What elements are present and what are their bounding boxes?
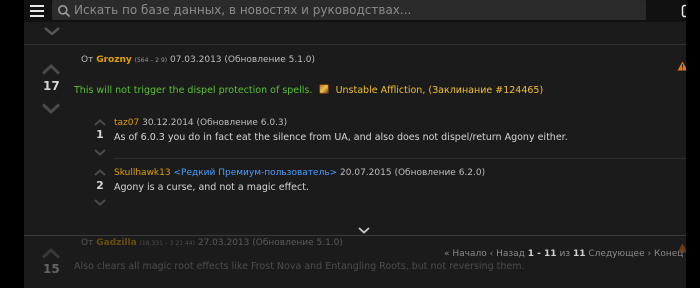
chevron-down-icon[interactable] (94, 149, 106, 156)
menu-icon[interactable] (28, 2, 46, 20)
comment-text: This will not trigger the dispel protect… (74, 85, 313, 96)
reply-meta: taz07 30.12.2014 (Обновление 6.0.3) (114, 118, 287, 128)
reply-meta: Skullhawk13 <Редкий Премиум-пользователь… (114, 168, 485, 178)
search-icon (57, 3, 71, 18)
right-bezel (686, 0, 700, 288)
reply-author[interactable]: taz07 (114, 118, 139, 128)
chevron-up-icon[interactable] (94, 169, 106, 176)
spell-link[interactable]: Unstable Affliction, (Заклинание #124465… (336, 85, 544, 96)
comment-score: 15 (43, 262, 60, 276)
comment-author[interactable]: Grozny (96, 55, 132, 65)
comment-date: 27.03.2013 (Обновление 5.1.0) (197, 238, 343, 248)
comment-author[interactable]: Gadzilla (96, 238, 136, 248)
divider (114, 158, 686, 159)
chevron-down-icon[interactable] (94, 199, 106, 206)
comments-panel: 17 От Grozny (564 – 2 9) 07.03.2013 (Обн… (24, 22, 686, 288)
divider (24, 235, 686, 236)
chevron-down-icon[interactable] (44, 27, 60, 35)
search-placeholder: Искать по базе данных, в новостях и руко… (74, 3, 412, 17)
by-label: От (81, 238, 94, 248)
left-bezel (0, 0, 24, 288)
spell-icon (319, 84, 330, 94)
pager-of: из (559, 249, 571, 259)
comment-score: 17 (43, 79, 60, 93)
pager-first[interactable]: « Начало (444, 249, 487, 259)
reply-score: 2 (96, 179, 104, 192)
chevron-down-icon[interactable] (358, 227, 370, 234)
reply-score: 1 (96, 128, 104, 141)
reply-date: 30.12.2014 (Обновление 6.0.3) (142, 118, 288, 128)
pager-prev[interactable]: ‹ Назад (490, 249, 525, 259)
chevron-up-icon[interactable] (41, 64, 61, 75)
reply-text: As of 6.0.3 you do in fact eat the silen… (114, 132, 568, 143)
pager-total: 11 (572, 249, 586, 259)
author-reputation: (18,331 – 3 21 44) (139, 240, 195, 247)
chevron-up-icon[interactable] (94, 119, 106, 126)
comment-text: Also clears all magic root effects like … (74, 261, 525, 272)
reply-date: 20.07.2015 (Обновление 6.2.0) (340, 168, 486, 178)
by-label: От (81, 55, 94, 65)
warning-icon[interactable] (677, 56, 686, 75)
top-bar: Искать по базе данных, в новостях и руко… (24, 0, 696, 22)
premium-badge[interactable]: <Редкий Премиум-пользователь> (173, 168, 337, 178)
comment-meta: От Grozny (564 – 2 9) 07.03.2013 (Обновл… (81, 55, 315, 65)
comment-body: This will not trigger the dispel protect… (74, 78, 543, 97)
reply-text: Agony is a curse, and not a magic effect… (114, 182, 309, 193)
pagination: « Начало ‹ Назад 1 - 11 из 11 Следующее … (444, 249, 686, 259)
pager-last[interactable]: Конец » (654, 249, 686, 259)
author-reputation: (564 – 2 9) (134, 57, 168, 64)
pager-next[interactable]: Следующее › (588, 249, 651, 259)
comment-date: 07.03.2013 (Обновление 5.1.0) (169, 55, 316, 65)
divider (24, 44, 686, 45)
chevron-down-icon[interactable] (41, 103, 61, 114)
chevron-up-icon[interactable] (41, 248, 61, 259)
pager-range: 1 - 11 (527, 249, 557, 259)
comment-meta: От Gadzilla (18,331 – 3 21 44) 27.03.201… (81, 238, 343, 248)
reply-author[interactable]: Skullhawk13 (114, 168, 171, 178)
search-input[interactable]: Искать по базе данных, в новостях и руко… (52, 0, 646, 20)
